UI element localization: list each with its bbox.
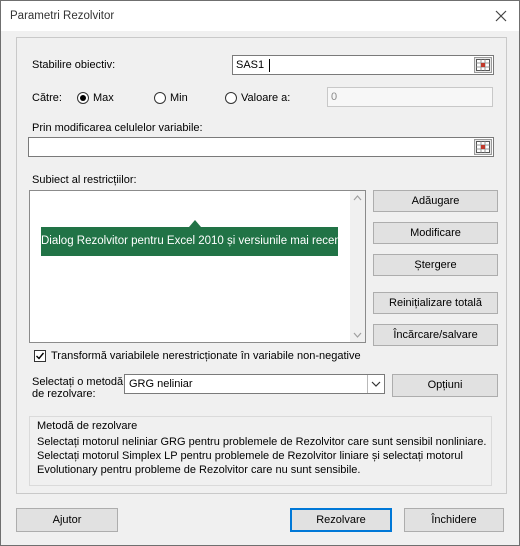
solving-method-description: Selectați motorul neliniar GRG pentru pr… (37, 435, 497, 477)
constraints-list[interactable] (29, 190, 366, 343)
changing-cells-input[interactable] (28, 137, 494, 157)
method-label-line2: de rezolvare: (32, 388, 96, 400)
range-selector-icon (476, 59, 490, 71)
reset-all-button[interactable]: Reinițializare totală (373, 292, 498, 314)
radio-value-of-label: Valoare a: (241, 92, 291, 104)
method-select[interactable]: GRG neliniar (124, 374, 385, 394)
value-of-value: 0 (331, 91, 338, 103)
objective-value: SAS1 (236, 59, 265, 71)
scroll-down-icon (353, 332, 362, 338)
checkmark-icon (36, 352, 45, 360)
solver-parameters-dialog: Parametri Rezolvitor Stabilire obiectiv:… (0, 0, 520, 546)
radio-value-of[interactable] (225, 92, 237, 104)
options-button[interactable]: Opțiuni (392, 374, 498, 397)
description-line: Selectați motorul Simplex LP pentru prob… (37, 450, 463, 462)
radio-max-label: Max (93, 92, 114, 104)
objective-input[interactable]: SAS1 (232, 55, 494, 75)
load-save-button[interactable]: Încărcare/salvare (373, 324, 498, 346)
constraints-scrollbar[interactable] (350, 191, 365, 342)
solve-button[interactable]: Rezolvare (290, 508, 392, 532)
description-line: Evolutionary pentru probleme de Rezolvit… (37, 464, 361, 476)
objective-range-selector[interactable] (474, 57, 492, 73)
add-button[interactable]: Adăugare (373, 190, 498, 212)
method-selected-value: GRG neliniar (129, 378, 193, 390)
tooltip-arrow (189, 220, 201, 227)
scroll-up-icon (353, 195, 362, 201)
solving-method-title: Metodă de rezolvare (37, 420, 138, 432)
chevron-down-icon (371, 381, 381, 387)
range-selector-icon (476, 141, 490, 153)
changing-cells-range-selector[interactable] (474, 139, 492, 155)
delete-button[interactable]: Ștergere (373, 254, 498, 276)
change-button[interactable]: Modificare (373, 222, 498, 244)
radio-min-label: Min (170, 92, 188, 104)
changing-cells-label: Prin modificarea celulelor variabile: (32, 122, 203, 134)
close-icon (495, 10, 507, 22)
constraints-label: Subiect al restricțiilor: (32, 174, 137, 186)
method-label-line1: Selectați o metodă (32, 376, 124, 388)
value-of-input[interactable]: 0 (327, 87, 493, 107)
objective-label: Stabilire obiectiv: (32, 59, 116, 71)
close-dialog-button[interactable]: Închidere (404, 508, 504, 532)
nonnegative-label: Transformă variabilele nerestricționate … (51, 350, 361, 362)
help-button[interactable]: Ajutor (16, 508, 118, 532)
nonnegative-checkbox[interactable] (34, 350, 46, 362)
method-dropdown-button[interactable] (367, 375, 384, 393)
description-line: Selectați motorul neliniar GRG pentru pr… (37, 436, 487, 448)
window-title: Parametri Rezolvitor (10, 10, 115, 22)
radio-min[interactable] (154, 92, 166, 104)
radio-max[interactable] (77, 92, 89, 104)
version-tooltip: Dialog Rezolvitor pentru Excel 2010 și v… (41, 227, 350, 256)
to-label: Către: (32, 92, 62, 104)
text-cursor (269, 59, 270, 72)
title-bar: Parametri Rezolvitor (1, 1, 519, 31)
close-button[interactable] (489, 4, 513, 28)
